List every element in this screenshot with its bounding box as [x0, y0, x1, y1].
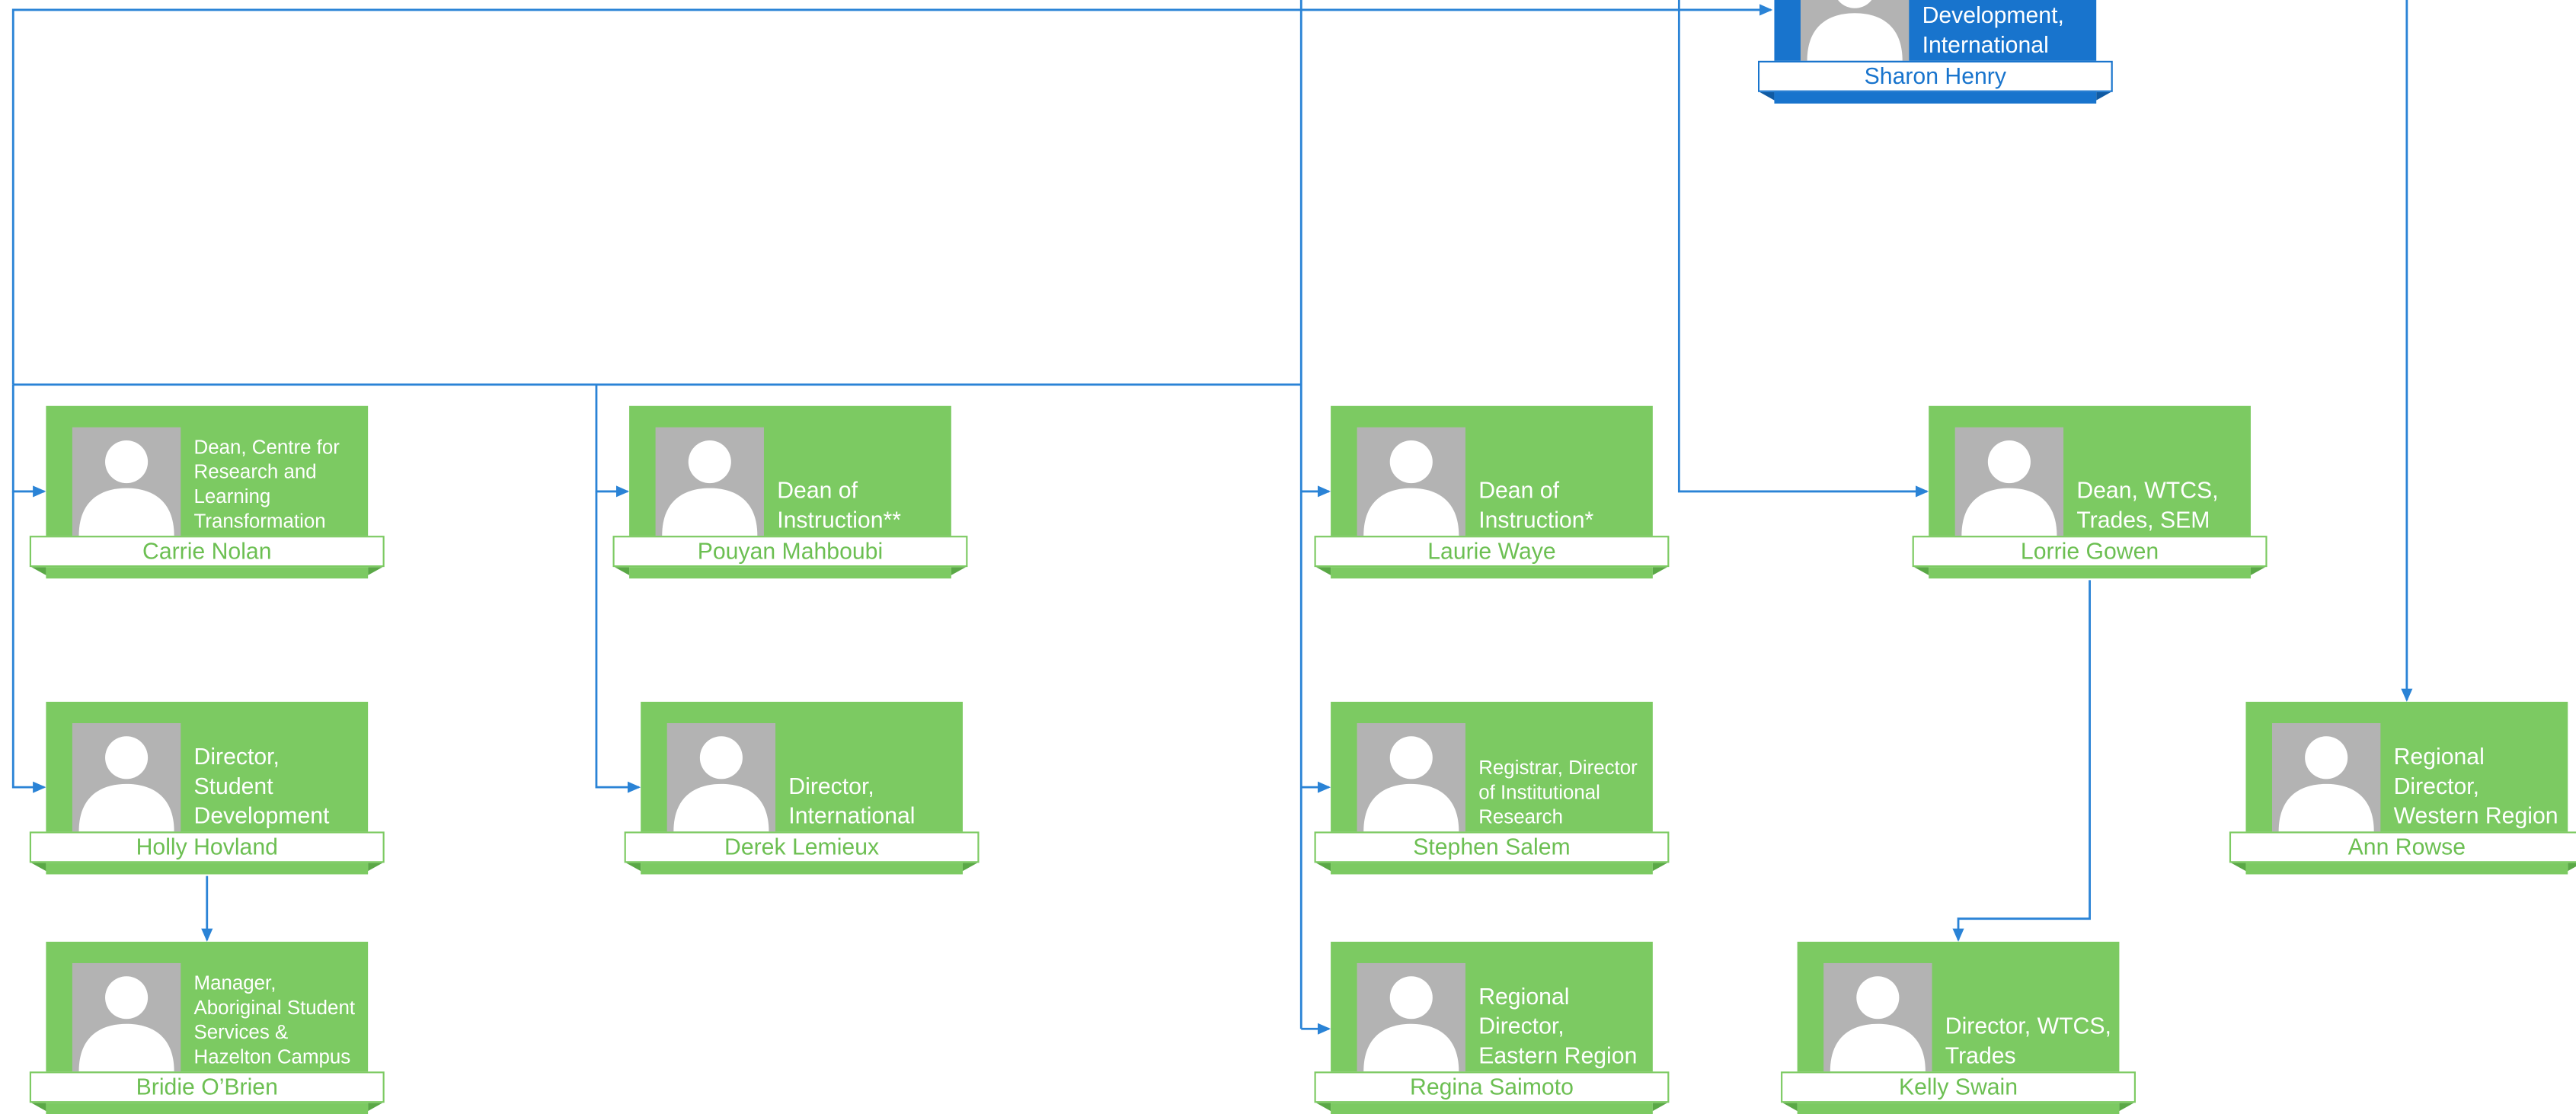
person-name: Sharon Henry [1757, 60, 2113, 92]
org-card-holly-hovland[interactable]: Director, Student Development Holly Hovl… [29, 701, 385, 875]
org-card-stephen-salem[interactable]: Registrar, Director of Institutional Res… [1314, 701, 1670, 875]
person-name: Laurie Waye [1314, 536, 1670, 568]
person-silhouette-icon [1961, 440, 2057, 536]
profile-photo [1954, 427, 2064, 536]
person-silhouette-icon [78, 736, 174, 832]
profile-photo [655, 427, 764, 536]
job-title: Student Development, International [1922, 2, 2064, 58]
org-card-pouyan-mahboubi[interactable]: Dean of Instruction** Pouyan Mahboubi [612, 405, 968, 579]
person-silhouette-icon [1363, 440, 1459, 536]
org-card-kelly-swain[interactable]: Director, WTCS, Trades Kelly Swain [1781, 941, 2136, 1114]
job-title: Dean, Centre for Research and Learning T… [193, 435, 340, 533]
job-title: Director, WTCS, Trades [1945, 1012, 2111, 1068]
profile-photo [1357, 427, 1465, 536]
person-name: Bridie O’Brien [29, 1071, 385, 1103]
job-title: Regional Director, Western Region [2393, 742, 2558, 829]
connector-to-sharon-henry [11, 4, 1773, 385]
org-card-laurie-waye[interactable]: Dean of Instruction* Laurie Waye [1314, 405, 1670, 579]
org-card-bridie-obrien[interactable]: Manager, Aboriginal Student Services & H… [29, 941, 385, 1114]
job-title: Dean, WTCS, Trades, SEM [2076, 476, 2219, 533]
person-name: Holly Hovland [29, 831, 385, 863]
connector-to-kelly-swain [1952, 580, 2091, 942]
person-silhouette-icon [1807, 0, 1903, 61]
person-silhouette-icon [2278, 736, 2374, 832]
job-title: Director, International [788, 772, 916, 829]
profile-photo [666, 723, 776, 832]
job-title: Director, Student Development [193, 742, 330, 829]
org-card-ann-rowse[interactable]: Regional Director, Western Region Ann Ro… [2229, 701, 2576, 875]
profile-photo [1357, 723, 1465, 832]
profile-photo [72, 427, 181, 536]
person-silhouette-icon [1363, 736, 1459, 832]
job-title: Dean of Instruction* [1478, 476, 1594, 533]
org-card-regina-saimoto[interactable]: Regional Director, Eastern Region Regina… [1314, 941, 1670, 1114]
person-silhouette-icon [1830, 976, 1926, 1072]
org-card-sharon-henry[interactable]: Student Development, International Sharo… [1757, 0, 2113, 104]
job-title: Registrar, Director of Institutional Res… [1478, 756, 1638, 829]
person-name: Derek Lemieux [624, 831, 980, 863]
person-name: Stephen Salem [1314, 831, 1670, 863]
profile-photo [72, 962, 181, 1072]
org-card-derek-lemieux[interactable]: Director, International Derek Lemieux [624, 701, 980, 875]
job-title: Regional Director, Eastern Region [1478, 982, 1638, 1068]
person-silhouette-icon [1363, 976, 1459, 1072]
org-card-lorrie-gowen[interactable]: Dean, WTCS, Trades, SEM Lorrie Gowen [1912, 405, 2268, 579]
connector-to-carrie-nolan [11, 384, 46, 498]
profile-photo [2271, 723, 2381, 832]
profile-photo [1800, 0, 1910, 61]
job-title: Dean of Instruction** [777, 476, 902, 533]
person-name: Pouyan Mahboubi [612, 536, 968, 568]
org-chart: Student Development, International Sharo… [0, 0, 2576, 1114]
org-card-carrie-nolan[interactable]: Dean, Centre for Research and Learning T… [29, 405, 385, 579]
person-silhouette-icon [673, 736, 769, 832]
profile-photo [1823, 962, 1932, 1072]
profile-photo [1357, 962, 1465, 1072]
person-name: Carrie Nolan [29, 536, 385, 568]
job-title: Manager, Aboriginal Student Services & H… [193, 971, 356, 1068]
connector-to-pouyan-mahboubi [595, 384, 630, 498]
person-name: Regina Saimoto [1314, 1071, 1670, 1103]
person-name: Ann Rowse [2229, 831, 2576, 863]
person-name: Lorrie Gowen [1912, 536, 2268, 568]
person-silhouette-icon [78, 976, 174, 1072]
person-silhouette-icon [78, 440, 174, 536]
person-name: Kelly Swain [1781, 1071, 2136, 1103]
person-silhouette-icon [662, 440, 758, 536]
profile-photo [72, 723, 181, 832]
